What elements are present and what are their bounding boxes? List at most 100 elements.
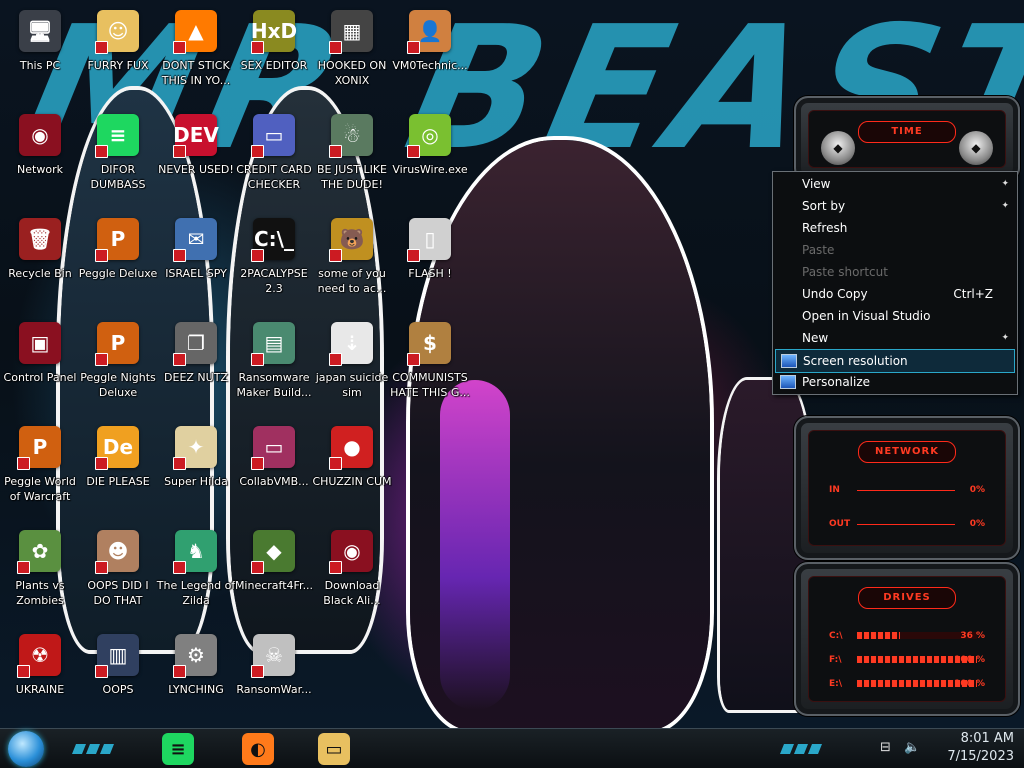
app-icon: ✦ xyxy=(173,426,217,470)
desktop-icon[interactable]: P Peggle Deluxe xyxy=(78,210,158,306)
app-icon: ▭ xyxy=(251,114,295,158)
clock-date[interactable]: 7/15/2023 xyxy=(947,749,1014,764)
shortcut-arrow-icon xyxy=(251,249,264,262)
menu-item-paste: Paste xyxy=(775,239,1015,261)
shortcut-arrow-icon xyxy=(17,665,30,678)
desktop-icon[interactable]: HxD SEX EDITOR xyxy=(234,2,314,98)
taskbar-app-glyph: ▭ xyxy=(325,738,343,760)
desktop-icon[interactable]: ▭ CollabVMB... xyxy=(234,418,314,514)
app-icon: ☻ xyxy=(95,530,139,574)
menu-item-refresh[interactable]: Refresh xyxy=(775,217,1015,239)
drives-gadget[interactable]: DRIVES C:\ 36 % F:\ 100 % E:\ 100 % xyxy=(794,562,1020,716)
desktop-icon[interactable]: 🐻 some of you need to ac... xyxy=(312,210,392,306)
desktop-icon[interactable]: ▲ DONT STICK THIS IN YO... xyxy=(156,2,236,98)
drive-c-label: C:\ xyxy=(829,631,843,641)
desktop-icon[interactable]: ◉ Download Black Ali... xyxy=(312,522,392,618)
taskbar[interactable]: ≡ ◐ ▭ ⊟ 🔈 8:01 AM 7/15/2023 xyxy=(0,728,1024,768)
shortcut-arrow-icon xyxy=(329,41,342,54)
time-gadget-title: TIME xyxy=(858,121,956,143)
volume-icon[interactable]: 🔈 xyxy=(904,740,920,755)
wallpaper-glow xyxy=(440,380,510,710)
desktop-icon[interactable]: 🗑 Recycle Bin xyxy=(0,210,80,306)
desktop-icon[interactable]: ≡ DIFOR DUMBASS xyxy=(78,106,158,202)
file-explorer-icon[interactable]: ▭ xyxy=(318,733,350,765)
menu-item-new[interactable]: New ✦ xyxy=(775,327,1015,349)
menu-item-open-in-visual-studio[interactable]: Open in Visual Studio xyxy=(775,305,1015,327)
shortcut-arrow-icon xyxy=(173,561,186,574)
app-icon: ◆ xyxy=(251,530,295,574)
desktop-icon[interactable]: 🖥 This PC xyxy=(0,2,80,98)
desktop-icon[interactable]: ▯ FLASH ! xyxy=(390,210,470,306)
desktop-icon[interactable]: ▦ HOOKED ON XONIX xyxy=(312,2,392,98)
menu-item-undo-copy[interactable]: Undo Copy Ctrl+Z xyxy=(775,283,1015,305)
desktop-icon[interactable]: ⇣ japan suicide sim xyxy=(312,314,392,410)
desktop-icon-label: CHUZZIN CUM xyxy=(312,475,392,488)
app-icon-glyph: ◎ xyxy=(421,123,439,147)
firefox-icon[interactable]: ◐ xyxy=(242,733,274,765)
desktop-icon[interactable]: 👤 VM0Technic... xyxy=(390,2,470,98)
desktop-icon[interactable]: ❐ DEEZ NUTZ xyxy=(156,314,236,410)
app-icon: ☢ xyxy=(17,634,61,678)
network-tray-icon[interactable]: ⊟ xyxy=(880,740,891,755)
desktop-icon[interactable]: ▤ Ransomware Maker Build... xyxy=(234,314,314,410)
desktop-icon[interactable]: ⚙ LYNCHING xyxy=(156,626,236,722)
desktop-icon[interactable]: ✿ Plants vs Zombies xyxy=(0,522,80,618)
network-gadget[interactable]: NETWORK IN 0% OUT 0% xyxy=(794,416,1020,560)
desktop-icon[interactable]: ♞ The Legend of Zilda xyxy=(156,522,236,618)
desktop-icon[interactable]: ☺ FURRY FUX xyxy=(78,2,158,98)
desktop-icon[interactable]: ☃ BE JUST LIKE THE DUDE! xyxy=(312,106,392,202)
drive-f-value: 100 % xyxy=(954,655,985,665)
desktop-icon-label: Recycle Bin xyxy=(8,267,72,280)
desktop-icon[interactable]: ▭ CREDIT CARD CHECKER xyxy=(234,106,314,202)
app-icon: ⇣ xyxy=(329,322,373,366)
desktop-icon-label: DIE PLEASE xyxy=(86,475,150,488)
app-icon-glyph: ◉ xyxy=(31,123,49,147)
network-out-row: OUT 0% xyxy=(829,519,985,529)
desktop-icon[interactable]: ● CHUZZIN CUM xyxy=(312,418,392,514)
shortcut-arrow-icon xyxy=(95,665,108,678)
desktop-context-menu[interactable]: View ✦ Sort by ✦ Refresh Paste Paste shortcut U… xyxy=(772,171,1018,395)
network-in-graph xyxy=(857,490,955,491)
desktop-icon[interactable]: ☻ OOPS DID I DO THAT xyxy=(78,522,158,618)
desktop-icon[interactable]: ◆ Minecraft4Fr... xyxy=(234,522,314,618)
clock-time[interactable]: 8:01 AM xyxy=(961,731,1014,746)
desktop-icon-label: The Legend of Zilda xyxy=(156,579,236,607)
app-icon-glyph: ⇣ xyxy=(343,331,361,355)
desktop-icon[interactable]: ☠ RansomWar... xyxy=(234,626,314,722)
desktop-icon[interactable]: ▥ OOPS xyxy=(78,626,158,722)
time-gadget[interactable]: ◆ TIME ◆ xyxy=(794,96,1020,182)
menu-item-sort-by[interactable]: Sort by ✦ xyxy=(775,195,1015,217)
desktop-icon[interactable]: ◎ VirusWire.exe xyxy=(390,106,470,202)
desktop-icon-label: DEEZ NUTZ xyxy=(164,371,228,384)
drive-row-e: E:\ 100 % xyxy=(829,679,985,689)
spotify-icon[interactable]: ≡ xyxy=(162,733,194,765)
desktop-icon-label: Minecraft4Fr... xyxy=(234,579,314,592)
app-icon: ✿ xyxy=(17,530,61,574)
app-icon-glyph: ▭ xyxy=(264,435,284,459)
desktop-icon[interactable]: P Peggle World of Warcraft xyxy=(0,418,80,514)
desktop-icon[interactable]: ✉ ISRAEL SPY xyxy=(156,210,236,306)
drives-gadget-panel: DRIVES C:\ 36 % F:\ 100 % E:\ 100 % xyxy=(808,576,1006,702)
desktop-icon[interactable]: ◉ Network xyxy=(0,106,80,202)
start-button[interactable] xyxy=(8,731,44,767)
shortcut-arrow-icon xyxy=(173,249,186,262)
app-icon-glyph: $ xyxy=(423,331,437,355)
menu-item-screen-resolution[interactable]: Screen resolution xyxy=(775,349,1015,373)
drive-row-f: F:\ 100 % xyxy=(829,655,985,665)
desktop-icon[interactable]: De DIE PLEASE xyxy=(78,418,158,514)
menu-item-view[interactable]: View ✦ xyxy=(775,173,1015,195)
app-icon-glyph: ▯ xyxy=(424,227,436,251)
desktop-icon[interactable]: C:\_ 2PACALYPSE 2.3 xyxy=(234,210,314,306)
desktop-icon[interactable]: ✦ Super Hilda xyxy=(156,418,236,514)
network-in-value: 0% xyxy=(969,485,985,495)
taskbar-decoration-right xyxy=(780,744,822,754)
desktop-icon[interactable]: $ COMMUNISTS HATE THIS G... xyxy=(390,314,470,410)
app-icon-glyph: ❐ xyxy=(187,331,205,355)
desktop[interactable]: MR BEAST 🖥 This PC ☺ FURRY FUX ▲ DONT STICK T… xyxy=(0,0,1024,768)
menu-item-personalize[interactable]: Personalize xyxy=(775,371,1015,393)
desktop-icon[interactable]: ▣ Control Panel xyxy=(0,314,80,410)
app-icon-glyph: ✿ xyxy=(31,539,49,563)
desktop-icon[interactable]: P Peggle Nights Deluxe xyxy=(78,314,158,410)
desktop-icon[interactable]: ☢ UKRAINE xyxy=(0,626,80,722)
desktop-icon[interactable]: DEV NEVER USED! xyxy=(156,106,236,202)
